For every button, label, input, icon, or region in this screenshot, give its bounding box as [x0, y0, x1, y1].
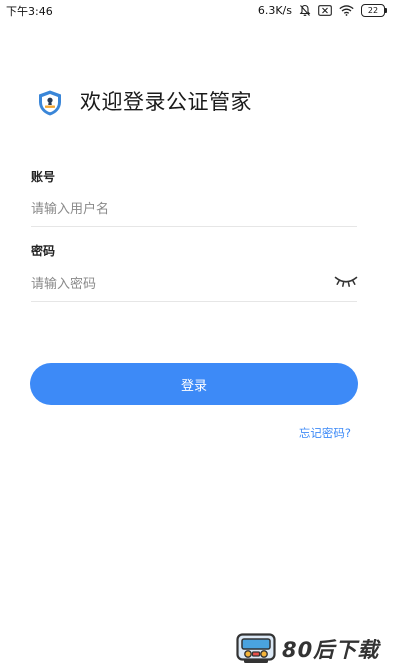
status-icons: 6.3K/s 22 [257, 2, 387, 18]
eye-closed-icon[interactable] [334, 274, 358, 288]
shield-notary-icon [39, 90, 61, 116]
status-bar: 下午3:46 6.3K/s 22 [0, 0, 397, 20]
notification-off-icon [299, 4, 311, 17]
battery-icon: 22 [361, 3, 387, 17]
account-label: 账号 [31, 170, 56, 184]
login-button[interactable]: 登录 [30, 363, 358, 405]
watermark-logo-icon [236, 633, 276, 663]
account-input[interactable] [31, 192, 357, 227]
sim-off-icon [318, 4, 332, 16]
network-speed: 6.3K/s [257, 3, 292, 17]
watermark: 80后下载 [236, 633, 379, 665]
password-label: 密码 [31, 244, 56, 258]
watermark-text: 80后下载 [282, 638, 380, 662]
wifi-icon [339, 4, 354, 16]
password-input[interactable] [31, 267, 357, 302]
page-title: 欢迎登录公证管家 [80, 90, 252, 114]
forgot-password-link[interactable]: 忘记密码? [299, 425, 351, 441]
status-time: 下午3:46 [6, 5, 53, 18]
